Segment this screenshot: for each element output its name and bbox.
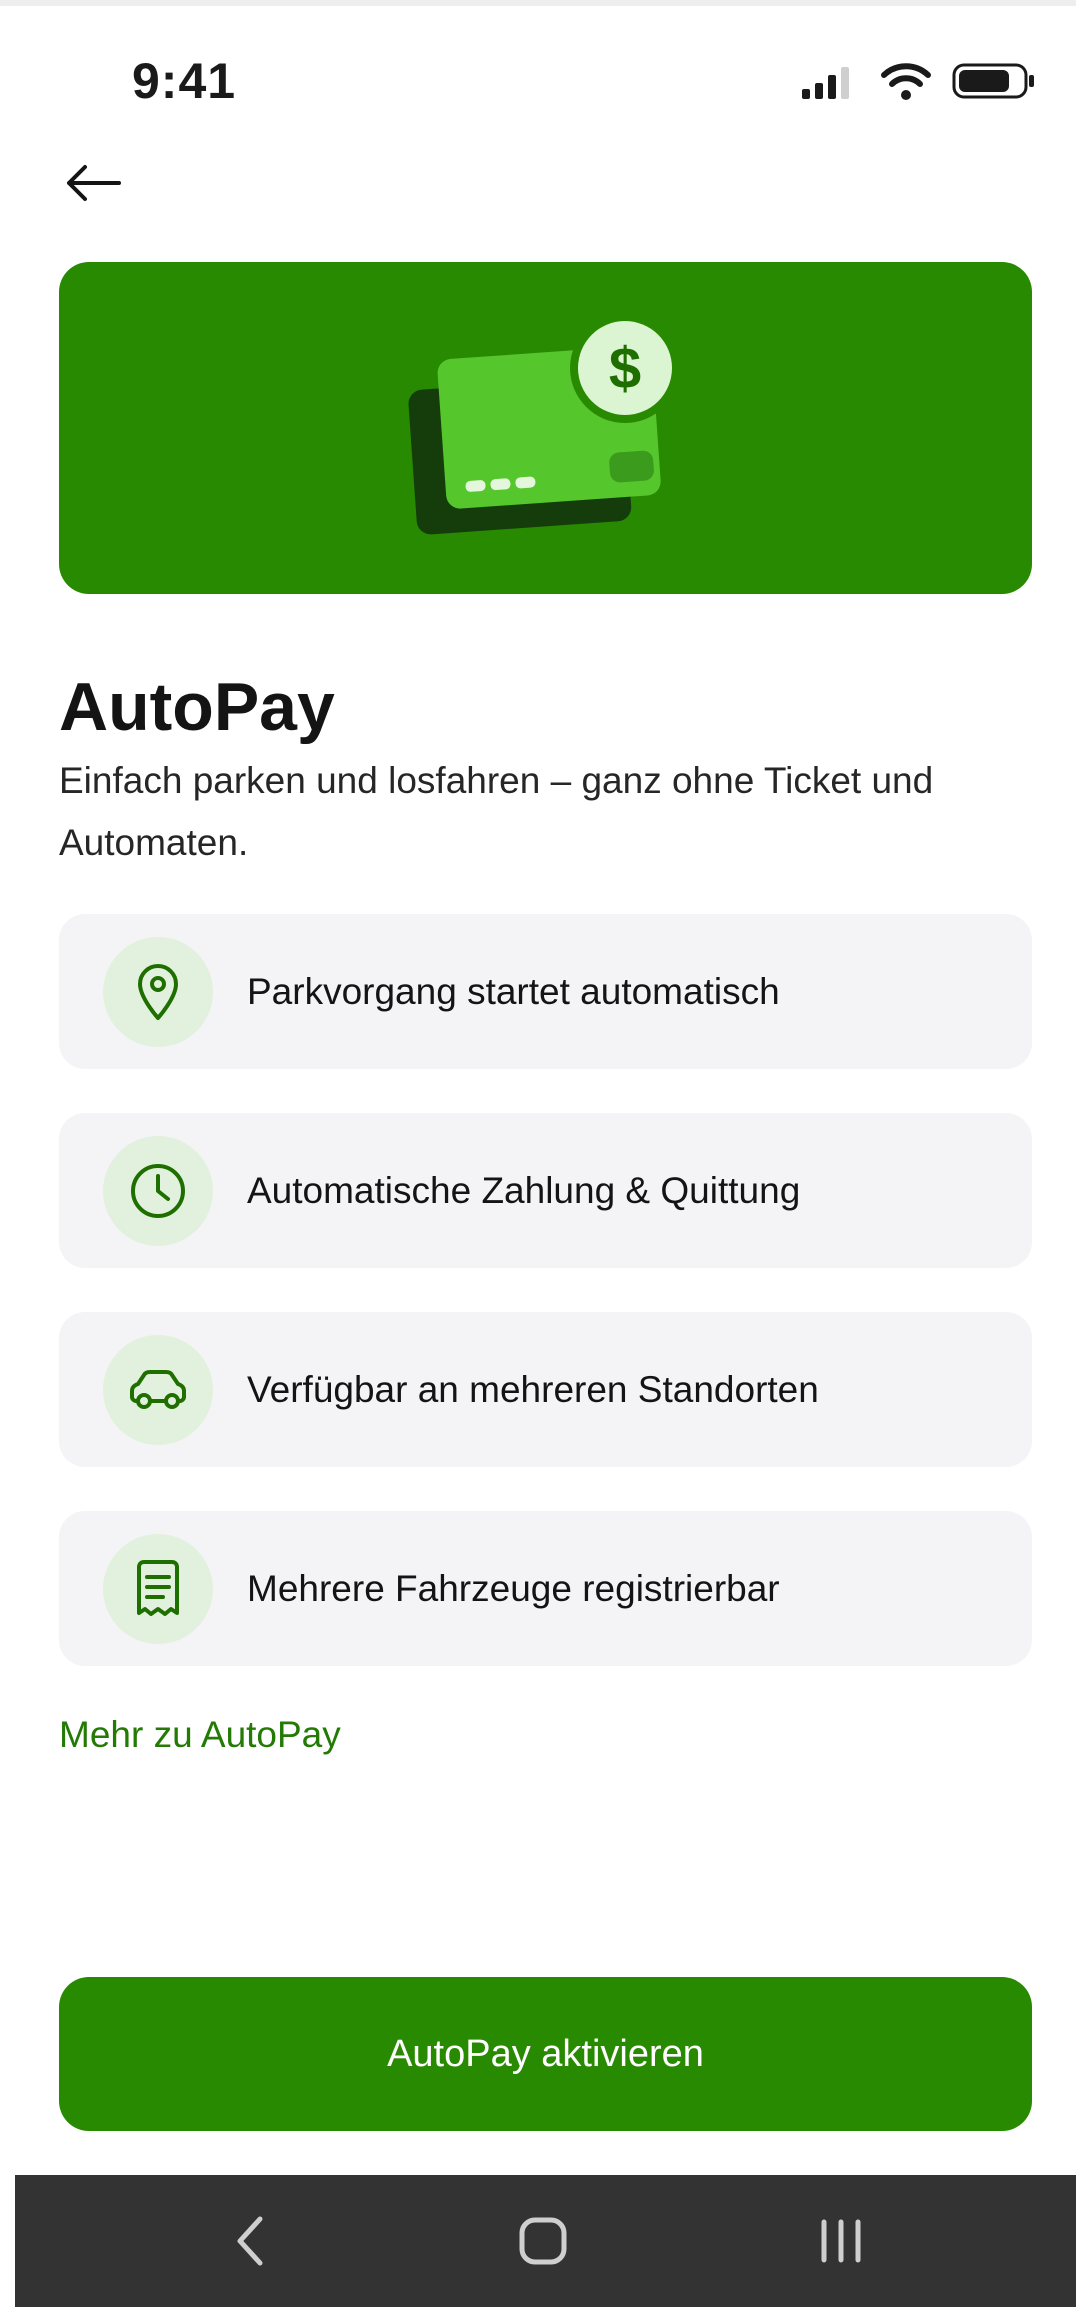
activate-autopay-button[interactable]: AutoPay aktivieren xyxy=(59,1977,1032,2131)
recent-apps-icon[interactable] xyxy=(776,2175,906,2307)
system-nav-bar xyxy=(15,2175,1076,2307)
cellular-signal-icon xyxy=(800,63,860,104)
receipt-icon xyxy=(103,1534,213,1644)
feature-label: Verfügbar an mehreren Standorten xyxy=(247,1368,819,1410)
back-button[interactable] xyxy=(58,150,128,220)
subtitle-line-1: Einfach parken und losfahren – ganz ohne… xyxy=(59,760,934,801)
page-title: AutoPay xyxy=(59,669,335,745)
feature-card-auto-payment: Automatische Zahlung & Quittung xyxy=(59,1113,1032,1268)
arrow-left-icon xyxy=(63,163,123,208)
subtitle-line-2: Automaten. xyxy=(59,822,249,863)
back-nav-icon[interactable] xyxy=(185,2175,315,2307)
hero-banner: $ xyxy=(59,262,1032,594)
more-about-autopay-link[interactable]: Mehr zu AutoPay xyxy=(59,1714,341,1756)
feature-card-multiple-vehicles: Mehrere Fahrzeuge registrierbar xyxy=(59,1511,1032,1666)
feature-card-locations: Verfügbar an mehreren Standorten xyxy=(59,1312,1032,1467)
status-bar: 9:41 xyxy=(0,0,1076,140)
home-nav-icon[interactable] xyxy=(478,2175,608,2307)
status-icons xyxy=(800,58,1036,108)
clock-icon xyxy=(103,1136,213,1246)
location-pin-icon xyxy=(103,937,213,1047)
feature-label: Mehrere Fahrzeuge registrierbar xyxy=(247,1567,780,1609)
feature-card-auto-start: Parkvorgang startet automatisch xyxy=(59,914,1032,1069)
status-time: 9:41 xyxy=(132,53,237,109)
feature-label: Automatische Zahlung & Quittung xyxy=(247,1169,801,1211)
feature-label: Parkvorgang startet automatisch xyxy=(247,970,780,1012)
car-icon xyxy=(103,1335,213,1445)
credit-card-dollar-coin-illustration: $ xyxy=(408,310,680,535)
wifi-icon xyxy=(880,61,932,106)
page-subtitle: Einfach parken und losfahren – ganz ohne… xyxy=(59,750,1019,874)
battery-icon xyxy=(952,61,1036,106)
svg-text:$: $ xyxy=(609,336,641,401)
